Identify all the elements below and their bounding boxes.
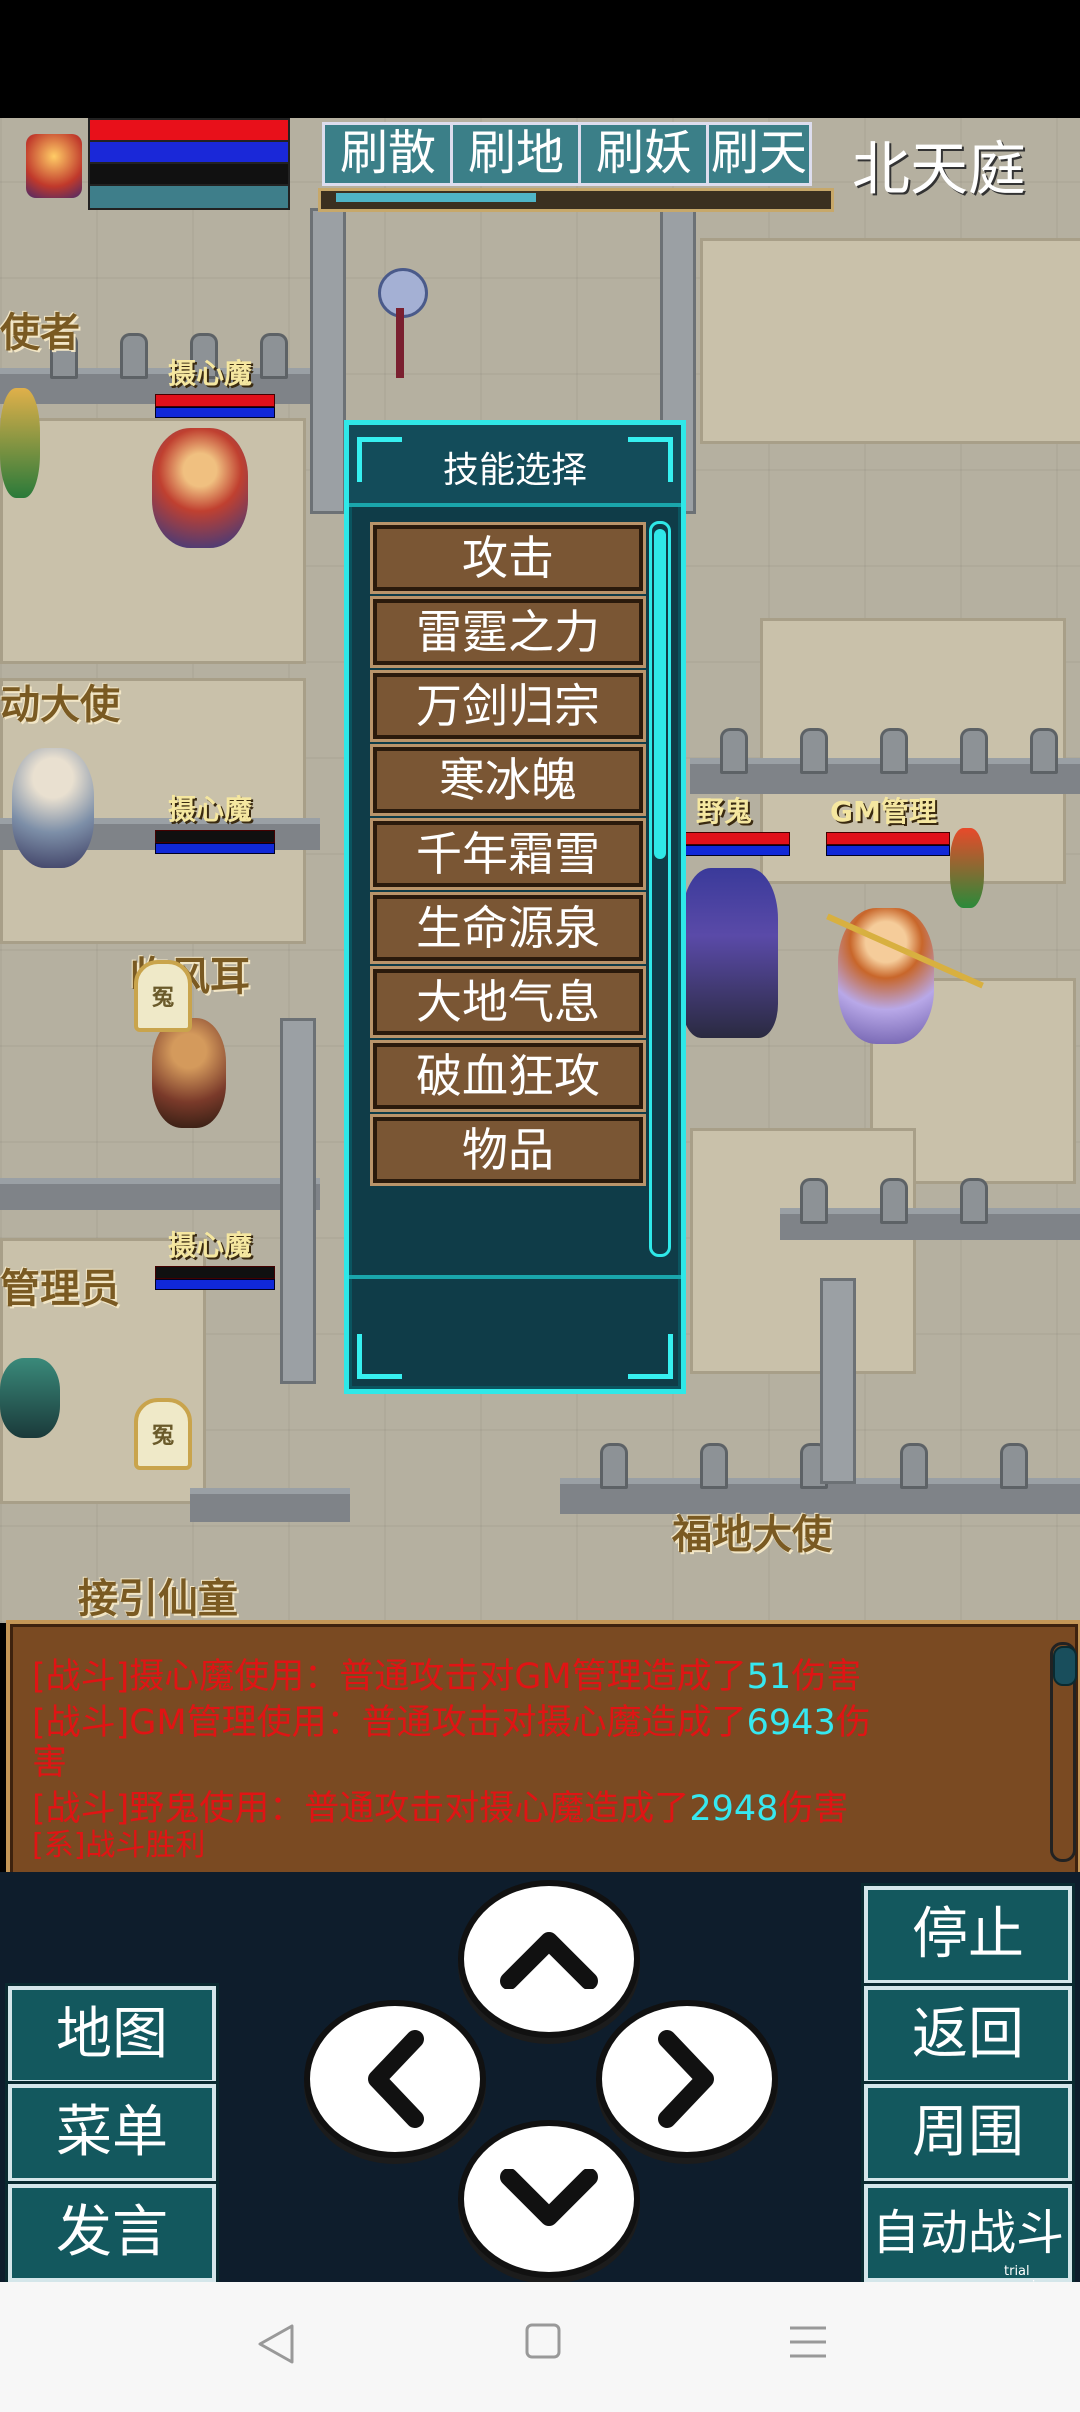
recents-nav-icon[interactable] [788, 2324, 828, 2364]
merlon [960, 728, 988, 774]
player-name[interactable]: 野鬼 [696, 790, 752, 830]
npc-name[interactable]: 使者 [0, 300, 80, 358]
monster-hp-bar [155, 1266, 275, 1290]
pillar [820, 1278, 856, 1484]
dialog-divider [349, 1275, 681, 1279]
status-bar [0, 0, 1080, 118]
left-arrow-icon[interactable] [304, 2000, 486, 2158]
merlon [120, 333, 148, 379]
corner-ornament-icon [628, 437, 673, 482]
tab-shuasan[interactable]: 刷散 [322, 122, 454, 186]
log-line: [系]战斗胜利 [32, 1828, 206, 1863]
merlon [1030, 728, 1058, 774]
system-nav-bar [0, 2282, 1080, 2412]
pet-sprite[interactable] [950, 828, 984, 908]
player-avatar[interactable] [26, 134, 82, 198]
tab-shuadi[interactable]: 刷地 [450, 122, 582, 186]
progress-fill [336, 193, 536, 202]
merlon [900, 1443, 928, 1489]
back-button[interactable]: 返回 [861, 1983, 1075, 2087]
skill-ice-button[interactable]: 寒冰魄 [370, 744, 646, 816]
skill-life-button[interactable]: 生命源泉 [370, 892, 646, 964]
merlon [800, 728, 828, 774]
npc-sprite[interactable] [0, 388, 40, 498]
wall [0, 1178, 320, 1210]
merlon [1000, 1443, 1028, 1489]
merlon [260, 333, 288, 379]
monster-hp-bar [155, 830, 275, 854]
floor-tile [700, 238, 1080, 444]
floor-tile [690, 1128, 916, 1374]
npc-sprite[interactable] [12, 748, 94, 868]
skill-attack-button[interactable]: 攻击 [370, 522, 646, 594]
merlon [800, 1178, 828, 1224]
player-name[interactable]: GM管理 [830, 790, 937, 830]
skill-thunder-button[interactable]: 雷霆之力 [370, 596, 646, 668]
skill-rage-button[interactable]: 破血狂攻 [370, 1040, 646, 1112]
skill-select-dialog: 技能选择 攻击 雷霆之力 万剑归宗 寒冰魄 千年霜雪 生命源泉 大地气息 破血狂… [344, 420, 686, 1394]
tombstone-icon: 冤 [134, 1398, 192, 1470]
exp-bar [88, 184, 290, 210]
battle-log[interactable]: [战斗]摄心魔使用：普通攻击对GM管理造成了51伤害 [战斗]GM管理使用：普通… [6, 1620, 1080, 1880]
quick-tabs: 刷散 刷地 刷妖 刷天 [322, 122, 842, 186]
right-arrow-icon[interactable] [596, 2000, 778, 2158]
tombstone-icon: 冤 [134, 960, 192, 1032]
merlon [880, 728, 908, 774]
nearby-button[interactable]: 周围 [861, 2081, 1075, 2185]
log-line: [战斗]GM管理使用：普通攻击对摄心魔造成了6943伤 [32, 1703, 871, 1743]
skill-earth-button[interactable]: 大地气息 [370, 966, 646, 1038]
monster-hp-bar [155, 394, 275, 418]
corner-ornament-icon [357, 1334, 402, 1379]
monster-sprite[interactable] [152, 428, 248, 548]
up-arrow-icon[interactable] [458, 1880, 640, 2038]
corner-ornament-icon [357, 437, 402, 482]
npc-name[interactable]: 接引仙童 [78, 1566, 238, 1623]
npc-sprite[interactable] [152, 1018, 226, 1128]
skill-sword-button[interactable]: 万剑归宗 [370, 670, 646, 742]
merlon [880, 1178, 908, 1224]
wall [190, 1488, 350, 1522]
tab-shuatian[interactable]: 刷天 [706, 122, 812, 186]
monster-name[interactable]: 摄心魔 [168, 1224, 252, 1264]
pillar [310, 208, 346, 514]
floor-tile [0, 418, 306, 664]
chat-button[interactable]: 发言 [5, 2181, 219, 2285]
items-button[interactable]: 物品 [370, 1114, 646, 1186]
merlon [600, 1443, 628, 1489]
npc-name[interactable]: 福地大使 [672, 1502, 832, 1560]
down-arrow-icon[interactable] [458, 2120, 640, 2278]
npc-name[interactable]: 动大使 [0, 672, 120, 730]
corner-ornament-icon [628, 1334, 673, 1379]
merlon [700, 1443, 728, 1489]
log-line: [战斗]摄心魔使用：普通攻击对GM管理造成了51伤害 [32, 1657, 862, 1697]
map-button[interactable]: 地图 [5, 1983, 219, 2087]
skill-scroll-thumb[interactable] [654, 529, 666, 859]
npc-sprite[interactable] [0, 1358, 60, 1438]
monster-name[interactable]: 摄心魔 [168, 788, 252, 828]
merlon [720, 728, 748, 774]
npc-name[interactable]: 管理员 [0, 1256, 120, 1314]
location-label: 北天庭 [852, 135, 1027, 203]
pillar [280, 1018, 316, 1384]
player-sprite[interactable] [682, 868, 778, 1038]
stop-button[interactable]: 停止 [861, 1883, 1075, 1987]
tab-shuayao[interactable]: 刷妖 [578, 122, 710, 186]
lamp-post [396, 308, 404, 378]
back-nav-icon[interactable] [256, 2322, 296, 2370]
monster-name[interactable]: 摄心魔 [168, 352, 252, 392]
player-hp-bar [680, 832, 790, 856]
skill-frost-button[interactable]: 千年霜雪 [370, 818, 646, 890]
merlon [960, 1178, 988, 1224]
log-scroll-thumb[interactable] [1053, 1646, 1077, 1686]
log-line: 害 [32, 1743, 68, 1783]
player-hp-bar [826, 832, 950, 856]
home-nav-icon[interactable] [524, 2322, 562, 2364]
menu-button[interactable]: 菜单 [5, 2081, 219, 2185]
